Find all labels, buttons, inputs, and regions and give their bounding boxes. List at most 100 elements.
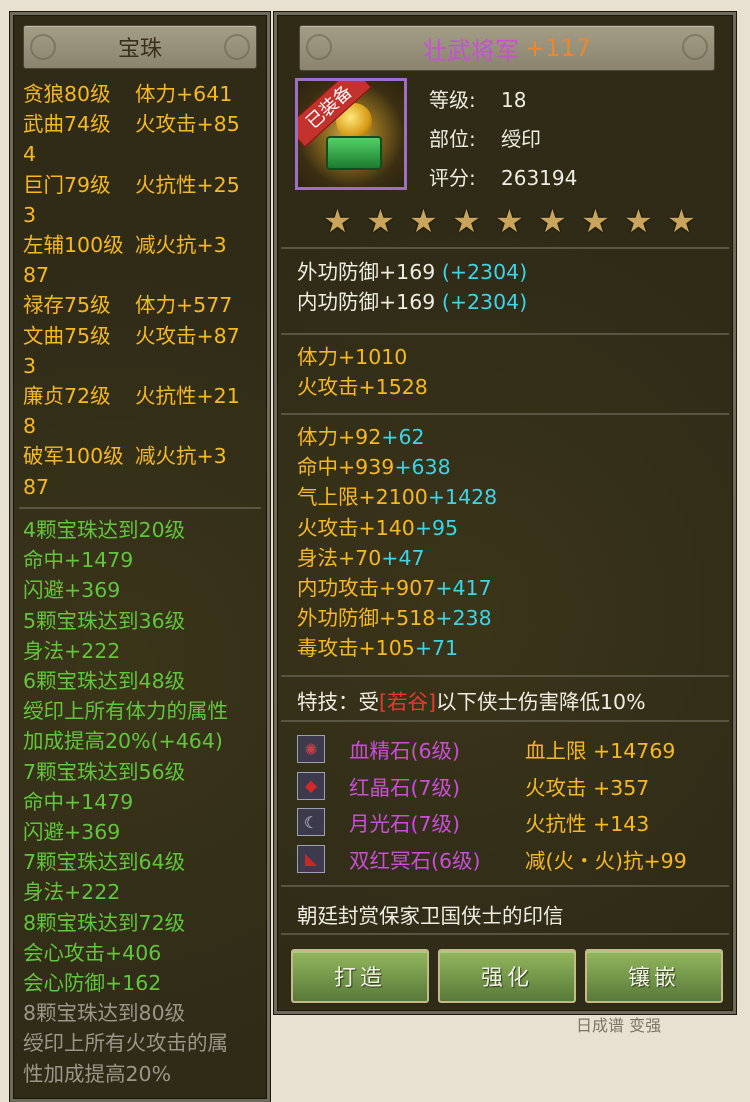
orb-stat: 体力+641 xyxy=(135,82,233,106)
set-bonus-line: 6颗宝珠达到48级 xyxy=(23,669,186,694)
special-skill-prefix: 特技：受 xyxy=(297,690,379,714)
item-enhance-level: +117 xyxy=(525,34,591,62)
meta-value: 263194 xyxy=(501,166,578,190)
orb-stat-row: 武曲74级 火攻击+85 xyxy=(23,109,259,139)
forge-button[interactable]: 打造 xyxy=(291,949,429,1003)
defense-stats: 外功防御+169 (+2304) 内功防御+169 (+2304) xyxy=(297,257,527,317)
set-bonus-line: 7颗宝珠达到64级 xyxy=(23,850,186,875)
orb-name: 87 xyxy=(23,474,50,499)
socketed-gems: ✺ 血精石(6级) 血上限 +14769 ◆ 红晶石(7级) 火攻击 +357 ☾ 月光石(7… xyxy=(297,731,717,877)
sub-attribute: 内功攻击+907+417 xyxy=(297,573,497,603)
orb-stat: 减火抗+3 xyxy=(135,444,227,469)
star-rating: ★ ★ ★ ★ ★ ★ ★ ★ ★ xyxy=(321,205,698,238)
divider xyxy=(281,413,729,415)
cloud-ornament-icon xyxy=(306,34,332,60)
set-bonus-line: 绶印上所有火攻击的属 xyxy=(23,1031,228,1056)
gem-stat: 血上限 +14769 xyxy=(525,739,676,764)
sub-attribute-base: 内功攻击+907 xyxy=(297,576,436,601)
orb-name: 巨门79级 xyxy=(23,172,111,197)
sub-attribute-base: 毒攻击+105 xyxy=(297,636,415,661)
seal-item-icon[interactable]: 已装备 xyxy=(295,78,407,190)
orb-panel: 宝珠 贪狼80级 体力+641 武曲74级 火攻击+85 4 巨门79级 火抗性+25 3 左辅… xyxy=(10,12,270,1102)
gem-row[interactable]: ◣ 双红冥石(6级) 减(火・火)抗+99 xyxy=(297,841,717,878)
sub-attribute-base: 外功防御+518 xyxy=(297,606,436,631)
item-meta: 等级: 18 部位: 绶印 评分: 263194 xyxy=(429,81,577,198)
main-attribute: 体力+1010 xyxy=(297,345,408,369)
orb-stat: 火抗性+21 xyxy=(135,384,240,409)
defense-base: 内功防御+169 xyxy=(297,290,436,315)
set-bonus-line: 5颗宝珠达到36级 xyxy=(23,608,186,633)
main-attributes: 体力+1010 火攻击+1528 xyxy=(297,342,428,402)
gem-stat: 火抗性 +143 xyxy=(525,812,650,837)
set-bonus-line: 会心防御+162 xyxy=(23,971,162,996)
sub-attribute: 体力+92+62 xyxy=(297,422,497,452)
gem-name: 双红冥石(6级) xyxy=(349,848,481,873)
orb-name: 文曲75级 xyxy=(23,323,111,348)
sub-attribute: 火攻击+140+95 xyxy=(297,513,497,543)
sub-attribute: 气上限+2100+1428 xyxy=(297,482,497,512)
sub-attribute-bonus: +47 xyxy=(381,545,425,570)
set-bonus-line: 4颗宝珠达到20级 xyxy=(23,518,186,542)
star-icon: ★ xyxy=(409,202,438,240)
sub-attribute-bonus: +638 xyxy=(394,455,451,480)
twin-red-gem-icon[interactable]: ◣ xyxy=(297,844,325,873)
cloud-ornament-icon xyxy=(224,34,250,60)
sub-attribute-bonus: +238 xyxy=(435,606,492,631)
sub-attribute-bonus: +71 xyxy=(414,636,459,661)
gem-name: 红晶石(7级) xyxy=(349,775,461,800)
star-icon: ★ xyxy=(581,202,610,240)
orb-stat-row: 廉贞72级 火抗性+21 xyxy=(23,381,259,411)
item-title-bar: 壮武将军 +117 xyxy=(299,25,715,71)
special-skill: 特技：受[若谷]以下侠士伤害降低10% xyxy=(297,685,646,715)
orb-name: 87 xyxy=(23,263,50,288)
meta-label: 评分: xyxy=(429,166,476,190)
gem-row[interactable]: ◆ 红晶石(7级) 火攻击 +357 xyxy=(297,768,717,805)
orb-stat-row: 87 xyxy=(23,260,259,290)
orb-stat-row: 87 xyxy=(23,472,259,502)
sub-attribute: 命中+939+638 xyxy=(297,452,497,482)
inlay-button[interactable]: 镶嵌 xyxy=(585,949,723,1003)
set-bonus-line: 会心攻击+406 xyxy=(23,940,162,965)
item-detail-panel: 壮武将军 +117 已装备 等级: 18 部位: 绶印 评分: 263194 ★ ★ ★ ★ ★ ★… xyxy=(274,12,736,1014)
moonlight-gem-icon[interactable]: ☾ xyxy=(297,808,325,837)
background-tab-text: 日成谱 变强 xyxy=(576,1016,662,1035)
item-meta-row: 评分: 263194 xyxy=(429,159,577,198)
meta-value: 绶印 xyxy=(501,127,541,151)
orb-stat: 火抗性+25 xyxy=(135,172,240,197)
set-bonus-line: 7颗宝珠达到56级 xyxy=(23,759,186,784)
orb-stat-row: 禄存75级 体力+577 xyxy=(23,290,259,320)
sub-attribute-bonus: +62 xyxy=(381,425,425,449)
orb-name: 8 xyxy=(23,414,37,439)
set-bonus-line: 加成提高20%(+464) xyxy=(23,729,223,754)
set-bonus-line: 闪避+369 xyxy=(23,820,121,845)
divider xyxy=(281,675,729,677)
sub-attribute-base: 命中+939 xyxy=(297,455,395,480)
orb-name: 贪狼80级 xyxy=(23,82,111,106)
orb-name: 破军100级 xyxy=(23,444,124,469)
set-bonus-line: 命中+1479 xyxy=(23,548,134,573)
set-bonus-line: 身法+222 xyxy=(23,638,121,663)
divider xyxy=(19,507,261,509)
special-skill-effect: 以下侠士伤害降低10% xyxy=(436,690,646,714)
orb-panel-title: 宝珠 xyxy=(117,37,162,62)
star-icon: ★ xyxy=(452,202,481,240)
star-icon: ★ xyxy=(366,202,395,240)
enhance-button[interactable]: 强化 xyxy=(438,949,576,1003)
star-icon: ★ xyxy=(538,202,567,240)
gem-row[interactable]: ✺ 血精石(6级) 血上限 +14769 xyxy=(297,731,717,768)
set-bonus-line: 命中+1479 xyxy=(23,789,134,814)
sub-attribute-bonus: +95 xyxy=(414,515,459,540)
sub-attribute: 毒攻击+105+71 xyxy=(297,633,497,663)
gem-name: 月光石(7级) xyxy=(349,812,461,837)
orb-name: 3 xyxy=(23,202,37,227)
orb-stat: 减火抗+3 xyxy=(135,233,227,258)
orb-stat-row: 4 xyxy=(23,139,259,169)
orb-stat-row: 文曲75级 火攻击+87 xyxy=(23,321,259,351)
red-crystal-gem-icon[interactable]: ◆ xyxy=(297,771,325,800)
orb-name: 3 xyxy=(23,353,37,378)
gem-row[interactable]: ☾ 月光石(7级) 火抗性 +143 xyxy=(297,804,717,841)
cloud-ornament-icon xyxy=(30,34,56,60)
divider xyxy=(281,885,729,887)
defense-line: 内功防御+169 (+2304) xyxy=(297,287,527,317)
blood-essence-gem-icon[interactable]: ✺ xyxy=(297,735,325,764)
